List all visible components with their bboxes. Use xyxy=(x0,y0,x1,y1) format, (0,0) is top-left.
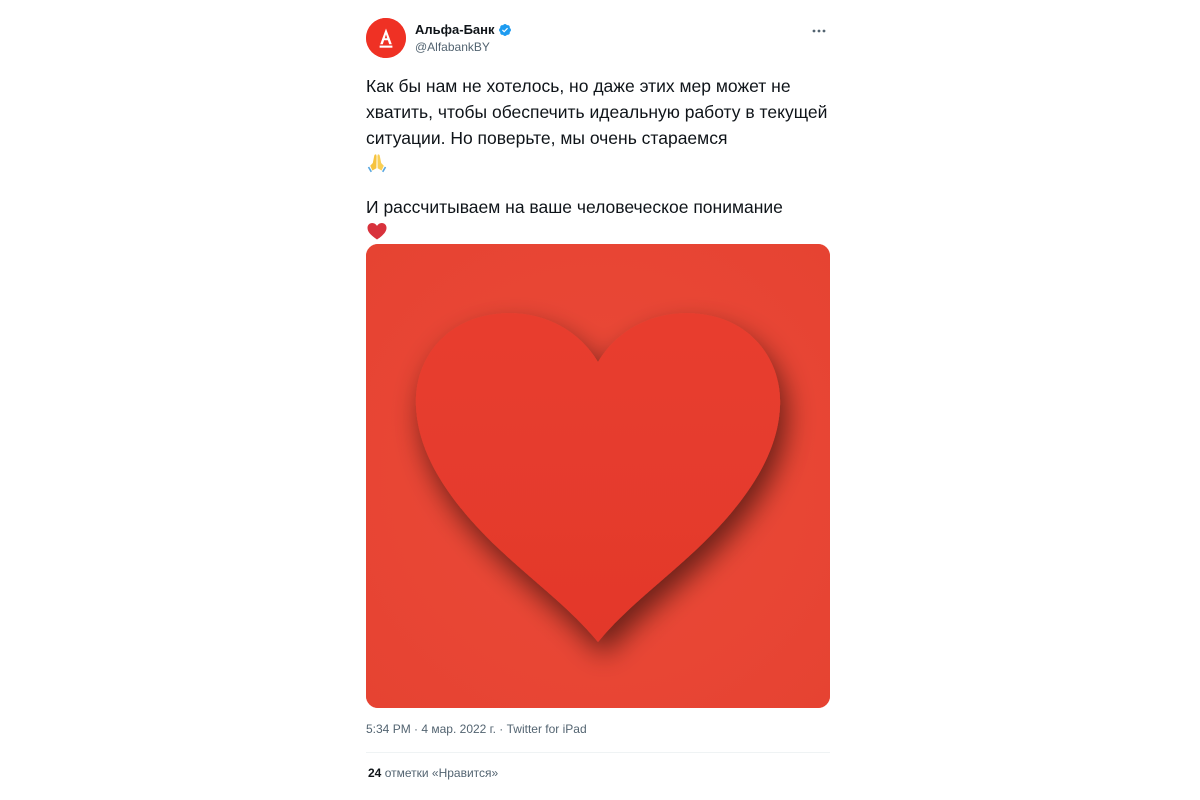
verified-badge-icon xyxy=(498,23,512,37)
tweet-date[interactable]: 4 мар. 2022 г. xyxy=(421,722,496,736)
meta-separator: · xyxy=(495,722,507,736)
tweet-text: Как бы нам не хотелось, но даже этих мер… xyxy=(366,73,830,180)
author-handle[interactable]: @AlfabankBY xyxy=(415,39,512,55)
meta-separator: · xyxy=(410,722,422,736)
divider xyxy=(366,752,830,753)
avatar[interactable] xyxy=(366,18,406,58)
name-row: Альфа-Банк xyxy=(415,21,512,38)
tweet: Альфа-Банк @AlfabankBY Как бы нам не хот… xyxy=(366,18,830,780)
tweet-time[interactable]: 5:34 PM xyxy=(366,722,411,736)
likes-count: 24 xyxy=(368,766,382,780)
likes-stat[interactable]: 24 отметки «Нравится» xyxy=(368,765,498,781)
author-display-name[interactable]: Альфа-Банк xyxy=(415,21,495,38)
tweet-media-image[interactable] xyxy=(366,244,830,708)
tweet-meta: 5:34 PM · 4 мар. 2022 г. · Twitter for i… xyxy=(366,721,587,737)
tweet-paragraph-2: И рассчитываем на ваше человеческое пони… xyxy=(366,197,783,217)
tweet-text-2: И рассчитываем на ваше человеческое пони… xyxy=(366,194,830,249)
tweet-paragraph-1: Как бы нам не хотелось, но даже этих мер… xyxy=(366,76,833,148)
heart-icon xyxy=(366,244,830,708)
tweet-source-link[interactable]: Twitter for iPad xyxy=(507,722,587,736)
more-dots-icon[interactable] xyxy=(810,24,828,38)
author-names: Альфа-Банк @AlfabankBY xyxy=(415,21,512,55)
folded-hands-emoji-icon xyxy=(366,151,388,180)
tweet-header: Альфа-Банк @AlfabankBY xyxy=(366,18,830,66)
alfa-logo-icon xyxy=(366,18,406,58)
likes-label: отметки «Нравится» xyxy=(384,766,499,780)
